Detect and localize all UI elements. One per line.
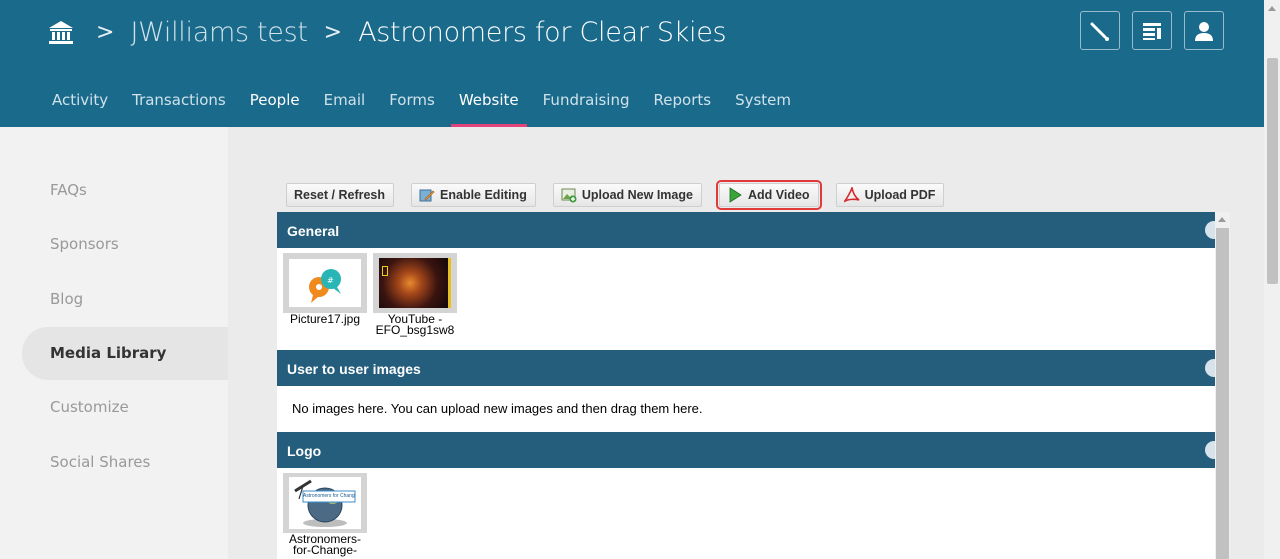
breadcrumb-site: Astronomers for Clear Skies	[358, 16, 727, 48]
button-label: Enable Editing	[440, 188, 527, 202]
image-add-icon	[561, 188, 577, 203]
section-title: General	[287, 223, 340, 239]
brush-icon	[1090, 22, 1109, 41]
nav-people[interactable]: People	[250, 80, 300, 127]
reset-refresh-button[interactable]: Reset / Refresh	[286, 183, 395, 207]
section-header-logo[interactable]: Logo	[277, 432, 1215, 468]
media-item-filename: Astronomers- for-Change-	[279, 533, 371, 557]
scrollbar-thumb[interactable]	[1216, 228, 1229, 559]
nav-transactions[interactable]: Transactions	[132, 80, 226, 127]
nav-email[interactable]: Email	[324, 80, 366, 127]
empty-state-text: No images here. You can upload new image…	[292, 401, 703, 416]
upload-pdf-button[interactable]: Upload PDF	[835, 183, 945, 207]
video-thumbnail	[379, 258, 451, 308]
pdf-icon	[843, 187, 860, 203]
app-header: > JWilliams test > Astronomers for Clear…	[0, 0, 1264, 127]
page-scrollbar[interactable]	[1264, 0, 1280, 559]
sidebar-item-customize[interactable]: Customize	[50, 398, 129, 416]
brush-button[interactable]	[1080, 11, 1120, 50]
collapse-chevron-icon[interactable]	[1205, 441, 1215, 459]
media-library-panel: General # Picture17.jpg YouTube - EFO_bs…	[277, 212, 1215, 559]
nav-forms[interactable]: Forms	[389, 80, 435, 127]
chat-bubbles-icon: #	[309, 269, 341, 303]
sidebar-item-social-shares[interactable]: Social Shares	[50, 453, 150, 471]
media-item-picture17[interactable]: #	[283, 253, 367, 313]
media-item-youtube[interactable]	[373, 253, 457, 313]
section-title: Logo	[287, 443, 322, 459]
breadcrumb: > JWilliams test > Astronomers for Clear…	[48, 14, 742, 50]
collapse-chevron-icon[interactable]	[1205, 221, 1215, 239]
scroll-up-icon[interactable]	[1218, 217, 1226, 222]
sidebar-item-label: Media Library	[50, 344, 167, 362]
sidebar-item-sponsors[interactable]: Sponsors	[50, 235, 119, 253]
play-icon	[729, 187, 742, 203]
section-title: User to user images	[287, 361, 421, 377]
media-item-filename: Picture17.jpg	[289, 312, 361, 326]
media-item-logo[interactable]: Astronomers for Change	[283, 473, 367, 533]
media-item-filename: YouTube - EFO_bsg1sw8	[369, 313, 461, 337]
header-actions	[1080, 11, 1224, 50]
nav-system[interactable]: System	[735, 80, 791, 127]
user-icon	[1195, 21, 1213, 41]
breadcrumb-separator: >	[323, 19, 343, 45]
nav-website[interactable]: Website	[450, 80, 527, 127]
nav-fundraising[interactable]: Fundraising	[543, 80, 630, 127]
scrollbar-thumb[interactable]	[1267, 58, 1278, 284]
website-sidebar: FAQs Sponsors Blog Media Library Customi…	[0, 127, 228, 559]
filename-line: for-Change-	[292, 543, 358, 557]
sidebar-item-blog[interactable]: Blog	[50, 290, 83, 308]
edit-pencil-icon	[419, 189, 435, 202]
upload-new-image-button[interactable]: Upload New Image	[552, 183, 702, 207]
sidebar-item-media-library[interactable]: Media Library	[22, 327, 228, 380]
nav-reports[interactable]: Reports	[654, 80, 712, 127]
logo-text: Astronomers for Change	[303, 493, 355, 499]
scroll-up-icon[interactable]	[1268, 6, 1276, 11]
add-video-button[interactable]: Add Video	[715, 180, 822, 210]
image-preview: #	[289, 259, 361, 307]
media-toolbar: Reset / Refresh Enable Editing Upload Ne…	[286, 180, 945, 210]
button-label: Add Video	[747, 188, 810, 202]
logo-preview: Astronomers for Change	[289, 477, 361, 529]
breadcrumb-separator: >	[96, 19, 115, 45]
button-label: Reset / Refresh	[294, 188, 386, 202]
enable-editing-button[interactable]: Enable Editing	[411, 183, 536, 207]
collapse-chevron-icon[interactable]	[1205, 359, 1215, 377]
video-badge-icon	[382, 266, 388, 276]
breadcrumb-org[interactable]: JWilliams test	[130, 17, 308, 48]
main-nav: Activity Transactions People Email Forms…	[52, 80, 815, 127]
panel-scrollbar[interactable]	[1215, 212, 1230, 559]
svg-text:#: #	[327, 276, 334, 285]
institution-icon[interactable]	[48, 19, 74, 45]
section-header-user-images[interactable]: User to user images	[277, 350, 1215, 386]
button-label: Upload New Image	[581, 188, 693, 202]
account-button[interactable]	[1184, 11, 1224, 50]
section-header-general[interactable]: General	[277, 212, 1215, 248]
layout-button[interactable]	[1132, 11, 1172, 50]
sidebar-item-faqs[interactable]: FAQs	[50, 181, 87, 199]
button-label: Upload PDF	[864, 188, 936, 202]
filename-line: EFO_bsg1sw8	[375, 323, 455, 337]
nav-activity[interactable]: Activity	[52, 80, 108, 127]
globe-telescope-icon	[294, 479, 356, 527]
layout-icon	[1143, 22, 1161, 40]
